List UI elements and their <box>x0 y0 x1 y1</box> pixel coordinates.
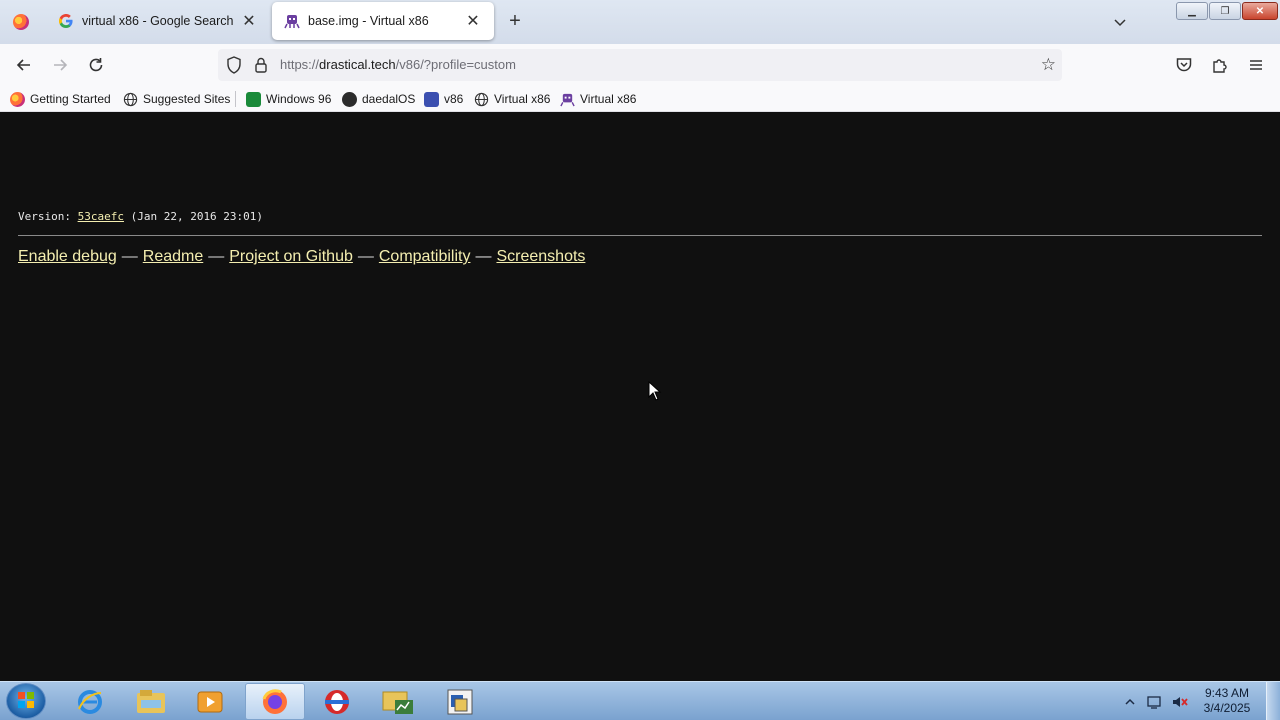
version-line: Version: 53caefc (Jan 22, 2016 23:01) <box>18 210 263 223</box>
reload-icon[interactable] <box>85 54 107 76</box>
firefox-icon <box>10 91 25 107</box>
url-host: drastical.tech <box>319 57 396 72</box>
hamburger-menu-icon[interactable] <box>1245 54 1267 76</box>
bookmark-label: Virtual x86 <box>494 92 551 106</box>
globe-icon <box>123 92 138 107</box>
taskbar: 9:43 AM 3/4/2025 <box>0 681 1280 720</box>
bookmark-suggested-sites[interactable]: Suggested Sites <box>123 90 230 108</box>
version-date: (Jan 22, 2016 23:01) <box>123 210 264 223</box>
bookmark-label: Getting Started <box>30 92 111 106</box>
window-controls: ▁ ❐ ✕ <box>1176 2 1278 20</box>
close-tab-icon[interactable]: ✕ <box>464 12 482 30</box>
globe-icon <box>474 92 489 107</box>
opera-icon[interactable] <box>307 683 367 720</box>
version-hash-link[interactable]: 53caefc <box>78 210 124 223</box>
page-links: Enable debug — Readme — Project on Github — Co… <box>18 248 585 266</box>
bookmark-virtual-x86-globe[interactable]: Virtual x86 <box>474 90 550 108</box>
close-window-button[interactable]: ✕ <box>1242 2 1278 20</box>
new-tab-button[interactable]: + <box>505 10 525 34</box>
network-folder-icon[interactable] <box>368 683 428 720</box>
bookmark-label: daedalOS <box>362 92 416 106</box>
version-prefix: Version: <box>18 210 78 223</box>
tab-virtual-x86[interactable]: base.img - Virtual x86 ✕ <box>272 2 494 40</box>
windows96-icon <box>246 91 261 107</box>
compatibility-link[interactable]: Compatibility <box>379 248 471 265</box>
extensions-icon[interactable] <box>1209 54 1231 76</box>
bookmark-label: Windows 96 <box>266 92 332 106</box>
bookmark-virtual-x86[interactable]: Virtual x86 <box>560 90 636 108</box>
firefox-icon <box>13 14 29 30</box>
page-content: Version: 53caefc (Jan 22, 2016 23:01) En… <box>0 113 1280 681</box>
show-hidden-icons-arrow[interactable] <box>1122 683 1138 720</box>
bookmark-separator <box>235 91 236 107</box>
mouse-cursor-icon <box>648 380 662 406</box>
google-icon <box>58 13 74 29</box>
v86-icon <box>284 13 300 29</box>
tab-title: virtual x86 - Google Search <box>82 14 234 28</box>
bookmark-windows-96[interactable]: Windows 96 <box>246 90 331 108</box>
media-player-icon[interactable] <box>180 683 240 720</box>
file-explorer-icon[interactable] <box>121 683 181 720</box>
close-tab-icon[interactable]: ✕ <box>240 12 258 30</box>
navigation-toolbar: https://drastical.tech/v86/?profile=cust… <box>0 44 1280 86</box>
list-all-tabs-icon[interactable] <box>1110 12 1130 32</box>
address-bar[interactable]: https://drastical.tech/v86/?profile=cust… <box>218 49 1062 81</box>
horizontal-rule <box>18 235 1262 236</box>
bookmarks-toolbar: Getting Started Suggested Sites Windows … <box>0 86 1280 112</box>
bookmark-getting-started[interactable]: Getting Started <box>10 90 111 108</box>
url-path: /v86/?profile=custom <box>395 57 516 72</box>
enable-debug-link[interactable]: Enable debug <box>18 248 117 265</box>
action-center-flag-icon[interactable] <box>1142 683 1166 720</box>
bookmark-label: Suggested Sites <box>143 92 231 106</box>
system-clock[interactable]: 9:43 AM 3/4/2025 <box>1196 686 1258 716</box>
tracking-protection-shield-icon[interactable] <box>226 56 242 79</box>
bookmark-star-icon[interactable]: ☆ <box>1041 55 1056 75</box>
minimize-button[interactable]: ▁ <box>1176 2 1208 20</box>
app-icon[interactable] <box>430 683 490 720</box>
tab-google-search[interactable]: virtual x86 - Google Search ✕ <box>46 2 270 40</box>
screenshots-link[interactable]: Screenshots <box>496 248 585 265</box>
clock-time: 9:43 AM <box>1204 686 1250 700</box>
clock-date: 3/4/2025 <box>1203 701 1251 715</box>
link-separator: — <box>208 248 225 265</box>
lock-icon[interactable] <box>254 56 268 79</box>
firefox-menu-button[interactable] <box>0 0 42 44</box>
readme-link[interactable]: Readme <box>143 248 203 265</box>
v86-icon <box>560 92 575 107</box>
pocket-icon[interactable] <box>1173 54 1195 76</box>
tab-bar: virtual x86 - Google Search ✕ base.img -… <box>0 0 1280 44</box>
url-scheme: https:// <box>280 57 320 72</box>
daedalos-icon <box>342 91 357 107</box>
v86-icon <box>424 91 439 107</box>
bookmark-v86[interactable]: v86 <box>424 90 463 108</box>
tab-title: base.img - Virtual x86 <box>308 14 429 28</box>
bookmark-label: Virtual x86 <box>580 92 637 106</box>
link-separator: — <box>121 248 138 265</box>
bookmark-daedalos[interactable]: daedalOS <box>342 90 415 108</box>
forward-arrow-icon[interactable] <box>49 54 71 76</box>
internet-explorer-icon[interactable] <box>60 683 120 720</box>
start-button[interactable] <box>6 683 46 719</box>
bookmark-label: v86 <box>444 92 464 106</box>
link-separator: — <box>357 248 374 265</box>
firefox-icon[interactable] <box>245 683 305 720</box>
project-on-github-link[interactable]: Project on Github <box>229 248 353 265</box>
link-separator: — <box>475 248 492 265</box>
back-arrow-icon[interactable] <box>13 54 35 76</box>
url-text: https://drastical.tech/v86/?profile=cust… <box>280 57 516 72</box>
show-desktop-button[interactable] <box>1266 682 1280 720</box>
muted-speaker-icon[interactable] <box>1168 683 1192 720</box>
restore-button[interactable]: ❐ <box>1209 2 1241 20</box>
